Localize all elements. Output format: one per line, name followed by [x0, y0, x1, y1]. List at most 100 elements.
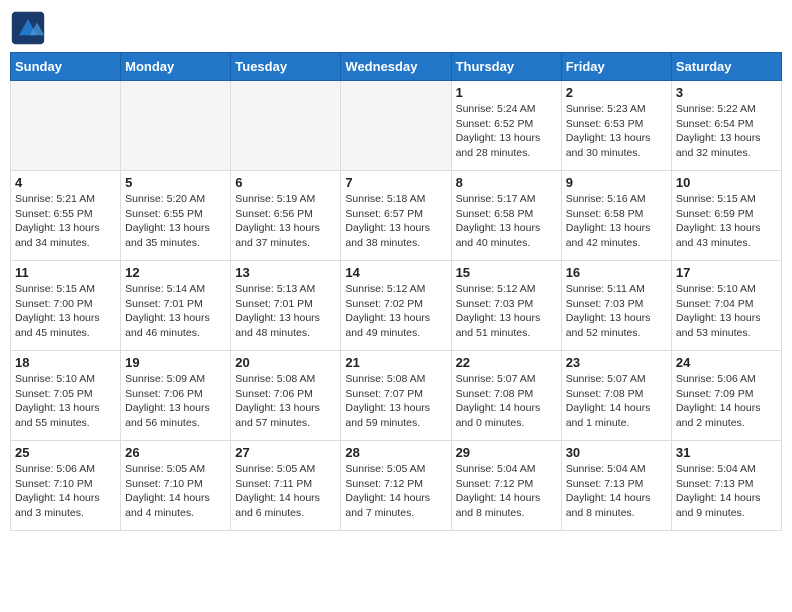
day-info: Sunrise: 5:08 AM Sunset: 7:06 PM Dayligh…: [235, 372, 336, 431]
day-cell: 22 Sunrise: 5:07 AM Sunset: 7:08 PM Dayli…: [451, 351, 561, 441]
day-cell: 16 Sunrise: 5:11 AM Sunset: 7:03 PM Dayli…: [561, 261, 671, 351]
day-number: 9: [566, 175, 667, 190]
day-info: Sunrise: 5:15 AM Sunset: 6:59 PM Dayligh…: [676, 192, 777, 251]
day-header-sunday: Sunday: [11, 53, 121, 81]
day-info: Sunrise: 5:14 AM Sunset: 7:01 PM Dayligh…: [125, 282, 226, 341]
week-row-3: 11 Sunrise: 5:15 AM Sunset: 7:00 PM Dayli…: [11, 261, 782, 351]
day-cell: 14Sunrise: 5:12 AM Sunset: 7:02 PM Dayli…: [341, 261, 451, 351]
page-header: [10, 10, 782, 46]
day-number: 24: [676, 355, 777, 370]
day-number: 16: [566, 265, 667, 280]
week-row-5: 25Sunrise: 5:06 AM Sunset: 7:10 PM Dayli…: [11, 441, 782, 531]
day-number: 1: [456, 85, 557, 100]
day-info: Sunrise: 5:17 AM Sunset: 6:58 PM Dayligh…: [456, 192, 557, 251]
day-info: Sunrise: 5:05 AM Sunset: 7:10 PM Dayligh…: [125, 462, 226, 521]
day-cell: [231, 81, 341, 171]
day-number: 20: [235, 355, 336, 370]
day-cell: 31 Sunrise: 5:04 AM Sunset: 7:13 PM Dayli…: [671, 441, 781, 531]
day-cell: 12 Sunrise: 5:14 AM Sunset: 7:01 PM Dayli…: [121, 261, 231, 351]
day-info: Sunrise: 5:10 AM Sunset: 7:04 PM Dayligh…: [676, 282, 777, 341]
day-number: 18: [15, 355, 116, 370]
day-info: Sunrise: 5:05 AM Sunset: 7:12 PM Dayligh…: [345, 462, 446, 521]
day-header-thursday: Thursday: [451, 53, 561, 81]
day-info: Sunrise: 5:08 AM Sunset: 7:07 PM Dayligh…: [345, 372, 446, 431]
day-cell: 8 Sunrise: 5:17 AM Sunset: 6:58 PM Daylig…: [451, 171, 561, 261]
day-number: 15: [456, 265, 557, 280]
logo: [10, 10, 50, 46]
day-cell: 24 Sunrise: 5:06 AM Sunset: 7:09 PM Dayli…: [671, 351, 781, 441]
week-row-2: 4Sunrise: 5:21 AM Sunset: 6:55 PM Daylig…: [11, 171, 782, 261]
day-header-wednesday: Wednesday: [341, 53, 451, 81]
day-cell: 1 Sunrise: 5:24 AM Sunset: 6:52 PM Daylig…: [451, 81, 561, 171]
day-number: 19: [125, 355, 226, 370]
day-cell: 10 Sunrise: 5:15 AM Sunset: 6:59 PM Dayli…: [671, 171, 781, 261]
day-number: 11: [15, 265, 116, 280]
day-number: 12: [125, 265, 226, 280]
day-info: Sunrise: 5:22 AM Sunset: 6:54 PM Dayligh…: [676, 102, 777, 161]
day-cell: 23 Sunrise: 5:07 AM Sunset: 7:08 PM Dayli…: [561, 351, 671, 441]
day-number: 27: [235, 445, 336, 460]
day-cell: 18 Sunrise: 5:10 AM Sunset: 7:05 PM Dayli…: [11, 351, 121, 441]
day-info: Sunrise: 5:23 AM Sunset: 6:53 PM Dayligh…: [566, 102, 667, 161]
day-info: Sunrise: 5:13 AM Sunset: 7:01 PM Dayligh…: [235, 282, 336, 341]
day-cell: 13 Sunrise: 5:13 AM Sunset: 7:01 PM Dayli…: [231, 261, 341, 351]
day-header-monday: Monday: [121, 53, 231, 81]
day-number: 22: [456, 355, 557, 370]
day-info: Sunrise: 5:06 AM Sunset: 7:09 PM Dayligh…: [676, 372, 777, 431]
day-cell: 27Sunrise: 5:05 AM Sunset: 7:11 PM Dayli…: [231, 441, 341, 531]
day-number: 30: [566, 445, 667, 460]
day-info: Sunrise: 5:12 AM Sunset: 7:02 PM Dayligh…: [345, 282, 446, 341]
day-number: 25: [15, 445, 116, 460]
day-cell: 20 Sunrise: 5:08 AM Sunset: 7:06 PM Dayli…: [231, 351, 341, 441]
day-cell: 29Sunrise: 5:04 AM Sunset: 7:12 PM Dayli…: [451, 441, 561, 531]
day-cell: 2 Sunrise: 5:23 AM Sunset: 6:53 PM Daylig…: [561, 81, 671, 171]
day-number: 31: [676, 445, 777, 460]
day-info: Sunrise: 5:16 AM Sunset: 6:58 PM Dayligh…: [566, 192, 667, 251]
day-number: 17: [676, 265, 777, 280]
day-cell: 25Sunrise: 5:06 AM Sunset: 7:10 PM Dayli…: [11, 441, 121, 531]
day-info: Sunrise: 5:04 AM Sunset: 7:13 PM Dayligh…: [676, 462, 777, 521]
day-header-tuesday: Tuesday: [231, 53, 341, 81]
week-row-4: 18 Sunrise: 5:10 AM Sunset: 7:05 PM Dayli…: [11, 351, 782, 441]
days-of-week-row: SundayMondayTuesdayWednesdayThursdayFrid…: [11, 53, 782, 81]
day-cell: [121, 81, 231, 171]
day-cell: 5 Sunrise: 5:20 AM Sunset: 6:55 PM Daylig…: [121, 171, 231, 261]
day-number: 8: [456, 175, 557, 190]
day-number: 13: [235, 265, 336, 280]
day-number: 2: [566, 85, 667, 100]
day-cell: 28Sunrise: 5:05 AM Sunset: 7:12 PM Dayli…: [341, 441, 451, 531]
calendar-header: SundayMondayTuesdayWednesdayThursdayFrid…: [11, 53, 782, 81]
day-cell: 4Sunrise: 5:21 AM Sunset: 6:55 PM Daylig…: [11, 171, 121, 261]
day-info: Sunrise: 5:07 AM Sunset: 7:08 PM Dayligh…: [566, 372, 667, 431]
logo-icon: [10, 10, 46, 46]
day-info: Sunrise: 5:15 AM Sunset: 7:00 PM Dayligh…: [15, 282, 116, 341]
day-cell: 15Sunrise: 5:12 AM Sunset: 7:03 PM Dayli…: [451, 261, 561, 351]
day-header-saturday: Saturday: [671, 53, 781, 81]
day-cell: 26Sunrise: 5:05 AM Sunset: 7:10 PM Dayli…: [121, 441, 231, 531]
day-cell: 19 Sunrise: 5:09 AM Sunset: 7:06 PM Dayli…: [121, 351, 231, 441]
day-number: 3: [676, 85, 777, 100]
day-info: Sunrise: 5:11 AM Sunset: 7:03 PM Dayligh…: [566, 282, 667, 341]
calendar-body: 1 Sunrise: 5:24 AM Sunset: 6:52 PM Daylig…: [11, 81, 782, 531]
day-number: 21: [345, 355, 446, 370]
day-info: Sunrise: 5:10 AM Sunset: 7:05 PM Dayligh…: [15, 372, 116, 431]
day-info: Sunrise: 5:20 AM Sunset: 6:55 PM Dayligh…: [125, 192, 226, 251]
day-cell: 6Sunrise: 5:19 AM Sunset: 6:56 PM Daylig…: [231, 171, 341, 261]
day-info: Sunrise: 5:04 AM Sunset: 7:13 PM Dayligh…: [566, 462, 667, 521]
day-info: Sunrise: 5:07 AM Sunset: 7:08 PM Dayligh…: [456, 372, 557, 431]
day-cell: 11 Sunrise: 5:15 AM Sunset: 7:00 PM Dayli…: [11, 261, 121, 351]
day-number: 6: [235, 175, 336, 190]
week-row-1: 1 Sunrise: 5:24 AM Sunset: 6:52 PM Daylig…: [11, 81, 782, 171]
day-info: Sunrise: 5:04 AM Sunset: 7:12 PM Dayligh…: [456, 462, 557, 521]
day-number: 10: [676, 175, 777, 190]
day-cell: 9 Sunrise: 5:16 AM Sunset: 6:58 PM Daylig…: [561, 171, 671, 261]
day-header-friday: Friday: [561, 53, 671, 81]
day-number: 5: [125, 175, 226, 190]
day-info: Sunrise: 5:24 AM Sunset: 6:52 PM Dayligh…: [456, 102, 557, 161]
day-info: Sunrise: 5:09 AM Sunset: 7:06 PM Dayligh…: [125, 372, 226, 431]
day-cell: 17 Sunrise: 5:10 AM Sunset: 7:04 PM Dayli…: [671, 261, 781, 351]
day-number: 23: [566, 355, 667, 370]
day-cell: 21 Sunrise: 5:08 AM Sunset: 7:07 PM Dayli…: [341, 351, 451, 441]
calendar-table: SundayMondayTuesdayWednesdayThursdayFrid…: [10, 52, 782, 531]
day-info: Sunrise: 5:21 AM Sunset: 6:55 PM Dayligh…: [15, 192, 116, 251]
